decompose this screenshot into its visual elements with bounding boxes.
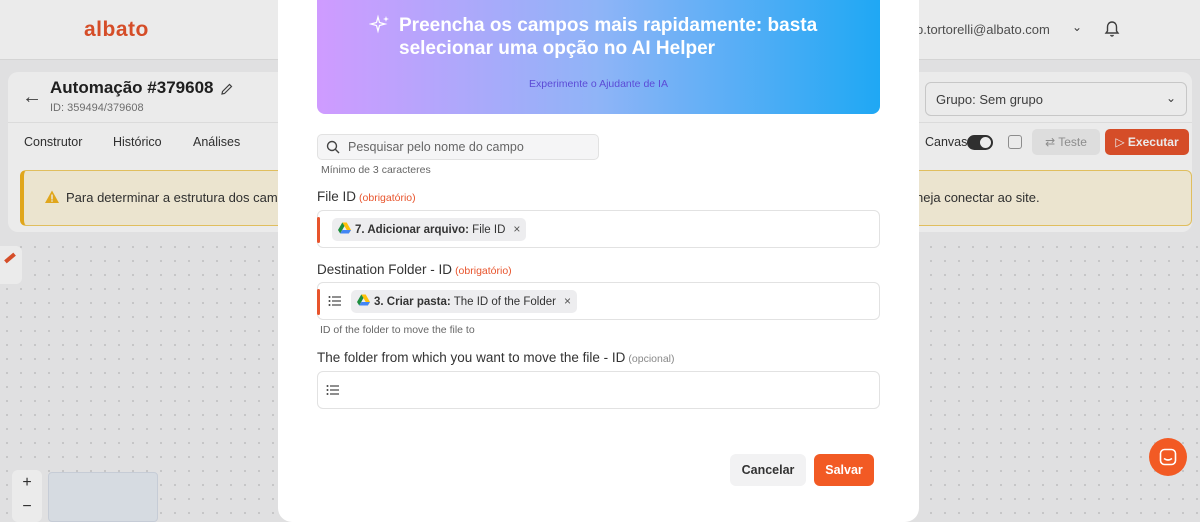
google-drive-icon: [357, 294, 370, 306]
file-id-label-text: File ID: [317, 189, 357, 204]
search-icon: [326, 140, 340, 154]
optional-badge: (opcional): [628, 353, 675, 365]
destination-folder-label-text: Destination Folder - ID: [317, 262, 453, 277]
chat-icon: [1159, 448, 1177, 466]
field-search[interactable]: [317, 134, 599, 160]
chip-step: 7. Adicionar arquivo:: [355, 224, 469, 236]
cancel-button[interactable]: Cancelar: [730, 454, 806, 486]
ai-helper-title: Preencha os campos mais rapidamente: bas…: [399, 15, 818, 59]
ai-helper-banner: Preencha os campos mais rapidamente: bas…: [317, 0, 880, 114]
list-icon[interactable]: [328, 294, 342, 308]
source-folder-label-text: The folder from which you want to move t…: [317, 350, 626, 365]
chip-step: 3. Criar pasta:: [374, 296, 451, 308]
chip-value: File ID: [472, 224, 506, 236]
sparkle-icon: [369, 14, 389, 34]
file-id-field[interactable]: 7. Adicionar arquivo: File ID ×: [317, 210, 880, 248]
ai-helper-link[interactable]: Experimente o Ajudante de IA: [317, 78, 880, 90]
file-id-label: File ID (obrigatório): [317, 189, 416, 204]
search-input[interactable]: [348, 135, 588, 159]
destination-folder-field[interactable]: 3. Criar pasta: The ID of the Folder ×: [317, 282, 880, 320]
google-drive-icon: [338, 222, 351, 234]
save-button[interactable]: Salvar: [814, 454, 874, 486]
list-icon[interactable]: [326, 383, 340, 397]
destination-folder-chip[interactable]: 3. Criar pasta: The ID of the Folder ×: [351, 290, 577, 313]
file-id-chip[interactable]: 7. Adicionar arquivo: File ID ×: [332, 218, 527, 241]
field-mapping-modal: Preencha os campos mais rapidamente: bas…: [278, 0, 919, 522]
chip-remove-icon[interactable]: ×: [513, 218, 520, 241]
required-badge: (obrigatório): [455, 265, 512, 277]
destination-folder-hint: ID of the folder to move the file to: [320, 324, 475, 336]
chip-value: The ID of the Folder: [453, 296, 556, 308]
support-chat-button[interactable]: [1149, 438, 1187, 476]
required-badge: (obrigatório): [359, 192, 416, 204]
source-folder-field[interactable]: [317, 371, 880, 409]
search-hint: Mínimo de 3 caracteres: [321, 164, 431, 176]
chip-remove-icon[interactable]: ×: [564, 290, 571, 313]
source-folder-label: The folder from which you want to move t…: [317, 350, 675, 365]
destination-folder-label: Destination Folder - ID (obrigatório): [317, 262, 512, 277]
